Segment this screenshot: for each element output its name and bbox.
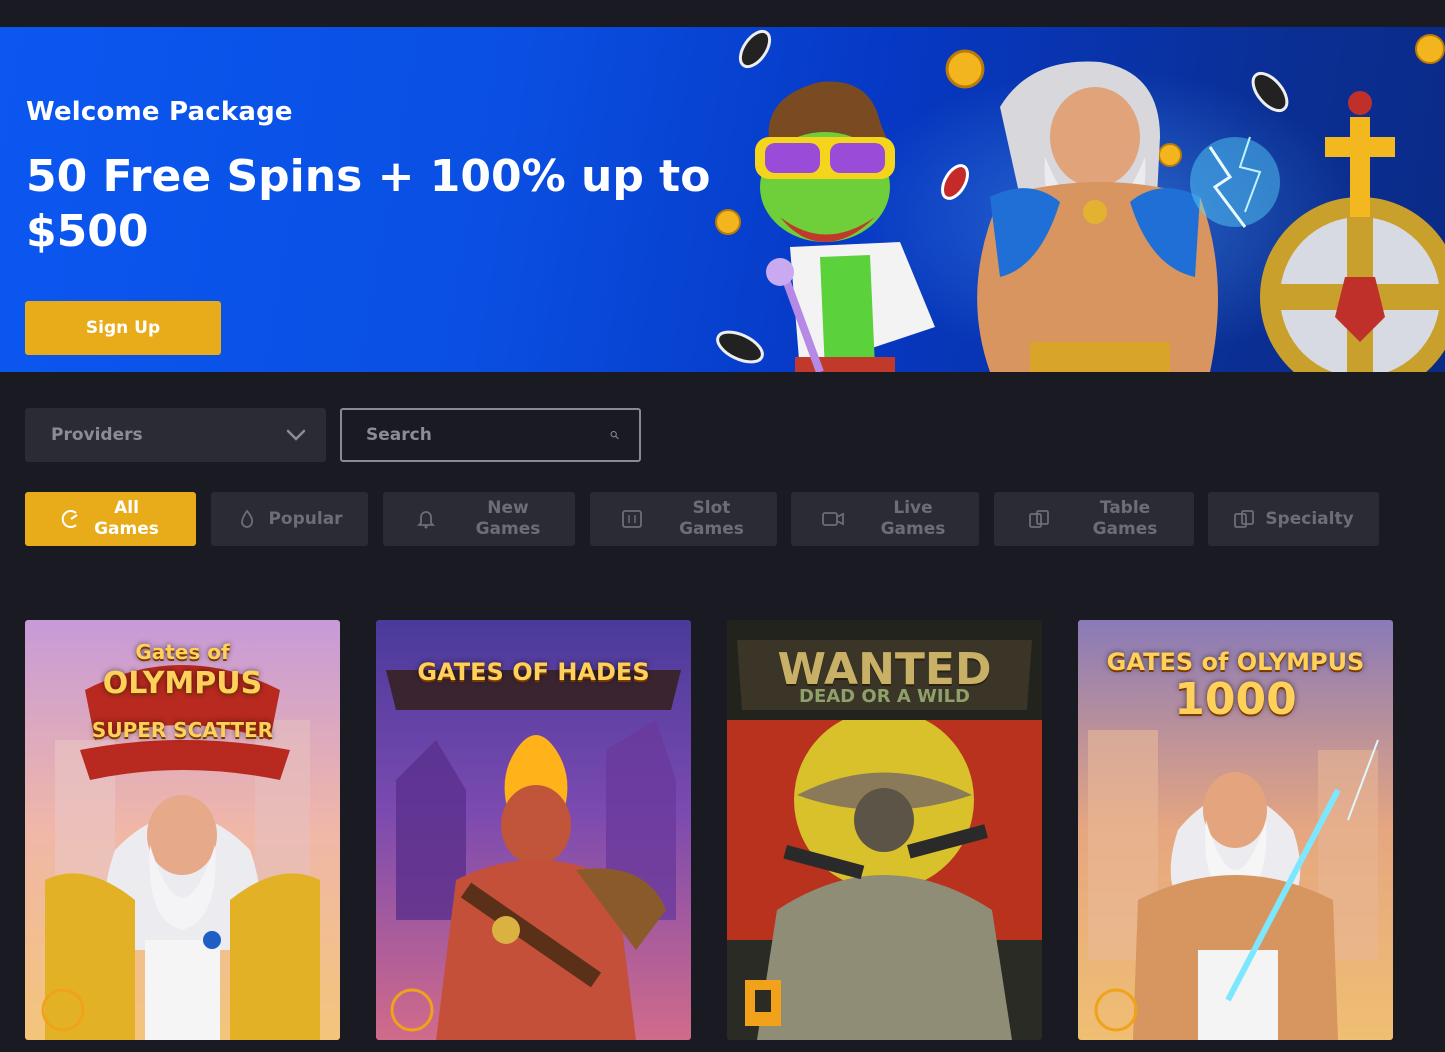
- tab-slot-games[interactable]: Slot Games: [590, 492, 777, 546]
- banner-headline: 50 Free Spins + 100% up to $500: [26, 151, 711, 257]
- search-input[interactable]: [364, 424, 610, 446]
- game-title-top: Gates of: [135, 640, 230, 664]
- game-card-gates-of-olympus-super-scatter[interactable]: Gates of OLYMPUS SUPER SCATTER: [25, 620, 340, 1040]
- game-card-wanted-dead-or-a-wild[interactable]: WANTED DEAD OR A WILD: [727, 620, 1042, 1040]
- game-subtitle: 1000: [1174, 674, 1297, 725]
- tab-label: All Games: [94, 498, 159, 539]
- tab-popular[interactable]: Popular: [211, 492, 368, 546]
- tab-live-games[interactable]: Live Games: [791, 492, 979, 546]
- tab-label: Table Games: [1092, 498, 1158, 539]
- tab-label: Specialty: [1265, 508, 1354, 529]
- video-camera-icon: [822, 508, 844, 530]
- search-box: [340, 408, 641, 462]
- chevron-down-icon: [286, 429, 306, 441]
- cards-icon: [1028, 508, 1050, 530]
- top-bar: [0, 0, 1445, 27]
- tab-specialty[interactable]: Specialty: [1208, 492, 1379, 546]
- banner-welcome: Welcome Package: [26, 97, 293, 127]
- slot-machine-icon: [621, 508, 643, 530]
- game-title: GATES of OLYMPUS: [1106, 648, 1365, 676]
- providers-label: Providers: [51, 425, 143, 445]
- game-card-gates-of-olympus-1000[interactable]: GATES of OLYMPUS 1000: [1078, 620, 1393, 1040]
- game-title: GATES OF HADES: [417, 658, 650, 686]
- game-title: OLYMPUS: [102, 666, 263, 701]
- sign-up-button[interactable]: Sign Up: [25, 301, 221, 355]
- tab-table-games[interactable]: Table Games: [994, 492, 1194, 546]
- game-card-gates-of-hades[interactable]: GATES OF HADES: [376, 620, 691, 1040]
- tab-new-games[interactable]: New Games: [383, 492, 575, 546]
- tab-all-games[interactable]: All Games: [25, 492, 196, 546]
- flame-icon: [236, 508, 258, 530]
- game-subtitle: DEAD OR A WILD: [799, 686, 970, 707]
- search-icon[interactable]: [610, 424, 619, 446]
- game-subtitle: SUPER SCATTER: [91, 718, 274, 742]
- providers-dropdown[interactable]: Providers: [25, 408, 326, 462]
- banner-characters-illustration: [715, 29, 1445, 372]
- bell-icon: [415, 508, 437, 530]
- tab-label: New Games: [475, 498, 541, 539]
- tab-label: Popular: [268, 508, 343, 529]
- tab-label: Slot Games: [679, 498, 744, 539]
- tab-label: Live Games: [880, 498, 946, 539]
- cards-icon: [1233, 508, 1255, 530]
- all-games-icon: [60, 508, 82, 530]
